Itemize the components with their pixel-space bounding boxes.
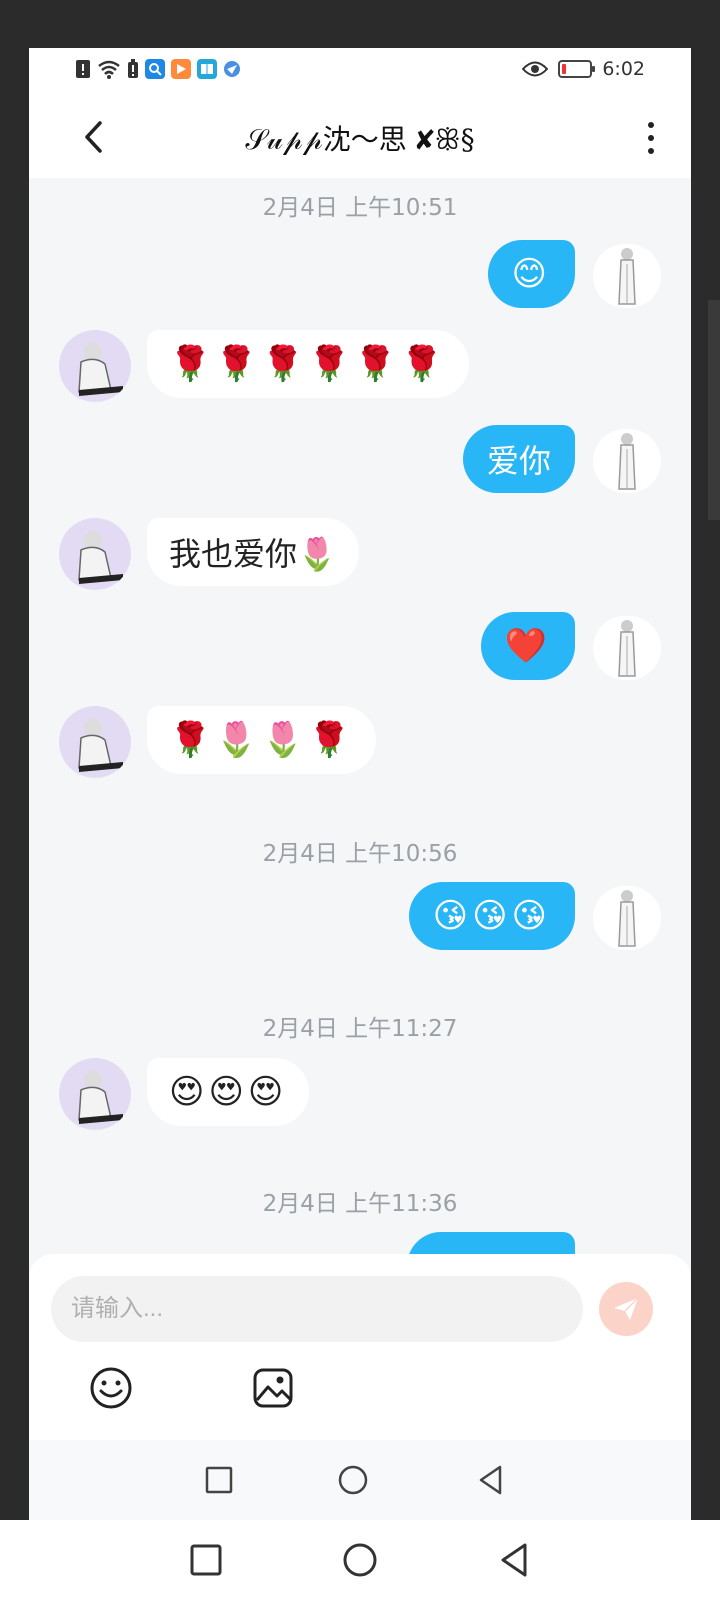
scrollbar[interactable] [708,300,720,520]
send-button[interactable] [599,1282,653,1336]
avatar[interactable] [59,518,131,590]
message-outgoing: ❤️ [29,612,691,686]
app-navigation-bar [29,1440,691,1520]
message-bubble[interactable]: 🌹🌹🌹🌹🌹🌹 [147,330,470,398]
message-bubble[interactable]: 爱你 [462,425,575,493]
video-app-icon [171,59,191,79]
message-input[interactable] [51,1276,583,1342]
message-outgoing: 😘😘😘 [29,882,691,956]
message-incoming: 😍😍😍 [29,1058,691,1132]
timestamp: 2月4日 上午11:27 [262,1016,458,1042]
input-panel [29,1254,691,1440]
message-incoming: 🌹🌷🌷🌹 [29,706,691,780]
triangle-back-icon[interactable] [473,1462,509,1498]
more-options-button[interactable] [631,114,671,162]
avatar[interactable] [593,429,661,493]
notification-icons [75,59,241,79]
chat-title: 𝒮𝓊𝓅𝓅沈～思 ✘ꕥ§ [245,123,475,156]
smiley-icon [90,1367,132,1409]
system-navigation-bar [0,1520,720,1600]
square-icon[interactable] [186,1540,226,1580]
avatar[interactable] [59,1058,131,1130]
avatar[interactable] [593,616,661,680]
message-outgoing: 😊 [29,240,691,314]
avatar[interactable] [593,244,661,308]
message-bubble[interactable]: 😍😍😍 [147,1058,310,1126]
send-icon [614,1297,639,1320]
eye-icon [522,61,549,77]
message-bubble[interactable]: 😊 [487,240,575,308]
status-bar: 6:02 [29,48,691,96]
browser-app-icon [224,61,240,77]
message-list[interactable]: 2月4日 上午10:51 😊 🌹🌹🌹🌹🌹🌹 爱你 我也爱你🌷 ❤️ 🌹🌷🌷🌹 2… [29,178,691,1300]
image-icon [253,1368,293,1408]
search-app-icon [145,59,165,79]
status-right: 6:02 [522,58,645,80]
chevron-left-icon [85,121,102,153]
avatar[interactable] [59,330,131,402]
alert-icon [76,60,90,78]
message-incoming: 我也爱你🌷 [29,518,691,592]
phone-screen: 6:02 𝒮𝓊𝓅𝓅沈～思 ✘ꕥ§ 2月4日 上午10:51 😊 🌹🌹🌹🌹🌹🌹 爱… [29,48,691,1520]
back-triangle-icon[interactable] [494,1540,534,1580]
battery-alert-icon [128,59,138,78]
timestamp: 2月4日 上午10:56 [262,841,458,867]
message-bubble[interactable]: 🌹🌷🌷🌹 [147,706,377,774]
square-icon[interactable] [201,1462,237,1498]
battery-icon [558,60,596,78]
image-button[interactable] [251,1366,295,1410]
more-vertical-icon [648,122,654,128]
avatar[interactable] [59,706,131,778]
message-outgoing: 爱你 [29,425,691,499]
wifi-icon [98,60,120,79]
message-bubble[interactable]: ❤️ [480,612,575,680]
status-time: 6:02 [602,58,645,80]
timestamp: 2月4日 上午11:36 [262,1191,458,1217]
back-button[interactable] [71,112,115,162]
emoji-button[interactable] [89,1366,133,1410]
home-circle-icon[interactable] [340,1540,380,1580]
book-app-icon [197,59,217,79]
avatar[interactable] [593,886,661,950]
chat-header: 𝒮𝓊𝓅𝓅沈～思 ✘ꕥ§ [29,96,691,178]
message-bubble[interactable]: 😘😘😘 [408,882,575,950]
message-bubble[interactable]: 我也爱你🌷 [147,518,359,586]
timestamp: 2月4日 上午10:51 [262,195,458,221]
message-incoming: 🌹🌹🌹🌹🌹🌹 [29,330,691,404]
circle-icon[interactable] [335,1462,371,1498]
